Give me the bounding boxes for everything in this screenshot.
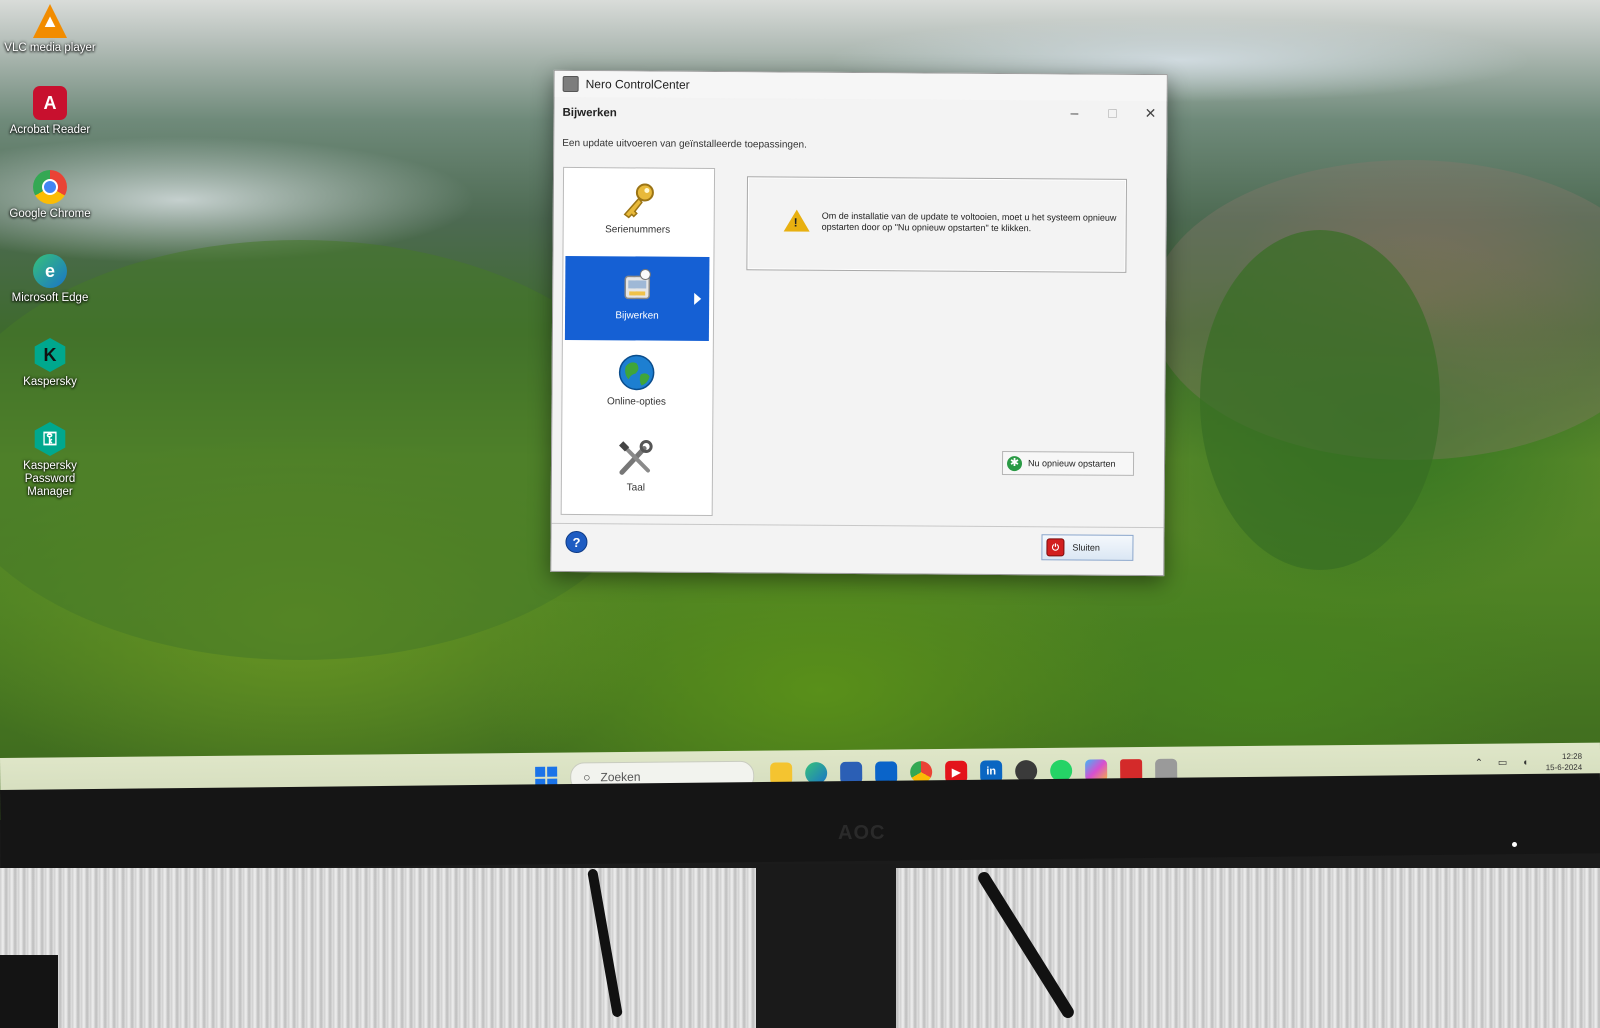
cable	[0, 955, 58, 1028]
close-button[interactable]: ⏻ Sluiten	[1041, 534, 1134, 561]
desktop-icon-label: Kaspersky	[23, 376, 77, 388]
window-controls: – □ ✕	[1066, 104, 1158, 122]
kaspersky-password-icon: ⚿	[34, 422, 66, 456]
maximize-button[interactable]: □	[1104, 105, 1120, 122]
monitor-brand-logo: AOC	[838, 822, 886, 844]
monitor-stand	[756, 864, 896, 1028]
desktop-icon-chrome[interactable]: Google Chrome	[2, 170, 98, 221]
tools-icon	[616, 438, 656, 478]
restart-now-label: Nu opnieuw opstarten	[1027, 458, 1116, 469]
nav-item-label: Bijwerken	[615, 310, 659, 322]
desktop-icon-edge[interactable]: e Microsoft Edge	[2, 254, 98, 305]
nav-sidebar: Serienummers Bijwerken Online-opties Taa…	[560, 166, 716, 516]
restart-icon: ✱	[1006, 455, 1023, 471]
content-panel: ! Om de installatie van de update te vol…	[718, 168, 1156, 517]
key-icon	[618, 180, 658, 220]
search-icon: ○	[583, 770, 591, 785]
system-tray-icons[interactable]: ⌃ ▭ ◖	[1475, 757, 1535, 769]
desktop-icon-label: Kaspersky Password Manager	[23, 460, 77, 498]
nav-item-label: Serienummers	[605, 224, 671, 236]
chevron-right-icon	[694, 292, 702, 305]
nav-item-serienummers[interactable]: Serienummers	[565, 170, 710, 255]
restart-message-box: ! Om de installatie van de update te vol…	[746, 176, 1128, 273]
monitor-bezel	[0, 773, 1600, 870]
desktop-icon-label: Google Chrome	[9, 208, 91, 220]
window-titlebar[interactable]: Nero ControlCenter	[554, 70, 1167, 102]
update-icon	[617, 266, 657, 306]
desktop-icon-kaspersky-password[interactable]: ⚿ Kaspersky Password Manager	[2, 422, 98, 499]
desktop-icon-kaspersky[interactable]: K Kaspersky	[2, 338, 98, 389]
restart-message: Om de installatie van de update te volto…	[821, 210, 1117, 234]
close-window-button[interactable]: ✕	[1142, 105, 1158, 122]
close-button-label: Sluiten	[1072, 542, 1101, 553]
desktop-icon-label: Microsoft Edge	[11, 292, 89, 304]
nav-item-online-opties[interactable]: Online-opties	[564, 342, 709, 427]
power-icon: ⏻	[1046, 538, 1065, 557]
clock-date: 15-6-2024	[1545, 762, 1583, 773]
clock-time: 12:28	[1561, 751, 1583, 762]
windows-logo-tile	[547, 766, 558, 777]
wallpaper-hill	[1200, 230, 1440, 570]
nero-controlcenter-window: Nero ControlCenter – □ ✕ Bijwerken Een u…	[550, 69, 1168, 577]
section-title: Bijwerken	[562, 106, 617, 120]
search-placeholder: Zoeken	[600, 769, 641, 785]
desktop-icon-label: VLC media player	[4, 42, 96, 54]
window-footer-divider	[551, 522, 1164, 529]
nav-item-label: Taal	[626, 482, 646, 494]
desktop-icon-label: Acrobat Reader	[9, 124, 91, 136]
section-subtitle: Een update uitvoeren van geïnstalleerde …	[562, 137, 807, 151]
nav-item-label: Online-opties	[606, 396, 666, 408]
acrobat-icon: A	[33, 86, 67, 120]
nav-item-bijwerken[interactable]: Bijwerken	[564, 255, 710, 341]
chrome-icon	[33, 170, 67, 204]
power-led	[1512, 842, 1517, 847]
warning-mark: !	[793, 215, 798, 230]
windows-logo-tile	[535, 766, 546, 777]
help-button[interactable]: ?	[565, 530, 588, 554]
clock[interactable]: 12:28 15-6-2024	[1546, 751, 1583, 773]
edge-icon: e	[33, 254, 67, 288]
globe-icon	[617, 352, 657, 392]
minimize-button[interactable]: –	[1066, 104, 1082, 121]
nero-app-icon	[562, 75, 579, 93]
nav-item-taal[interactable]: Taal	[564, 428, 709, 513]
desktop-icon-vlc[interactable]: ▲ VLC media player	[2, 4, 98, 55]
restart-now-button[interactable]: ✱ Nu opnieuw opstarten	[1001, 451, 1135, 476]
window-title: Nero ControlCenter	[585, 77, 690, 92]
desktop-screen: ▲ VLC media player A Acrobat Reader Goog…	[0, 0, 1600, 820]
desktop-icon-acrobat[interactable]: A Acrobat Reader	[2, 86, 98, 137]
vlc-icon: ▲	[33, 4, 67, 38]
kaspersky-icon: K	[34, 338, 66, 372]
